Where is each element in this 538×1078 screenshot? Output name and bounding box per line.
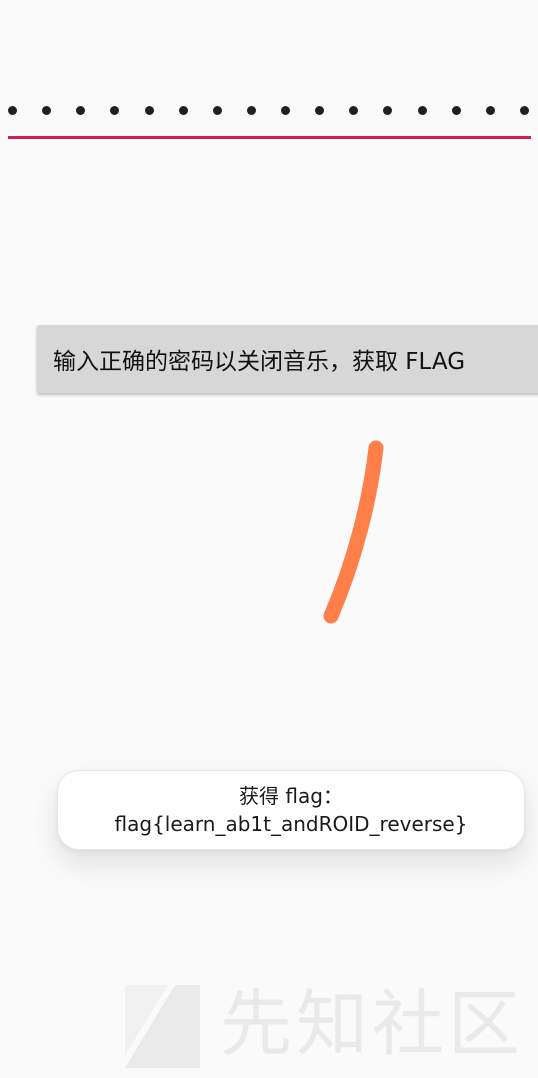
watermark: 先知社区 (120, 980, 520, 1070)
orange-stroke-drawing (323, 440, 384, 624)
password-dot (76, 105, 86, 115)
password-dots (8, 100, 531, 120)
password-input[interactable] (8, 88, 531, 142)
watermark-text: 先知社区 (220, 982, 525, 1066)
get-flag-button[interactable]: 输入正确的密码以关闭音乐，获取 FLAG (37, 325, 538, 393)
password-dot (246, 105, 256, 115)
password-dot (281, 105, 290, 115)
password-dot (42, 105, 52, 115)
password-dot (212, 105, 222, 115)
app-screen: 输入正确的密码以关闭音乐，获取 FLAG 获得 flag： flag{learn… (0, 0, 538, 1078)
password-dot (315, 105, 325, 115)
password-dot (417, 105, 427, 115)
password-dot (110, 105, 120, 115)
password-dot (144, 105, 154, 115)
password-dot (178, 105, 188, 115)
password-dot (485, 105, 495, 115)
password-dot (349, 105, 359, 115)
password-underline (8, 136, 531, 139)
toast-flag-value: flag{learn_ab1t_andROID_reverse} (114, 812, 468, 836)
password-dot (383, 105, 393, 115)
password-dot (8, 105, 17, 115)
toast-title: 获得 flag： (239, 784, 343, 808)
password-dot (451, 105, 461, 115)
flag-toast: 获得 flag： flag{learn_ab1t_andROID_reverse… (57, 770, 525, 850)
watermark-logo-icon (125, 985, 200, 1068)
password-dot (519, 105, 529, 115)
